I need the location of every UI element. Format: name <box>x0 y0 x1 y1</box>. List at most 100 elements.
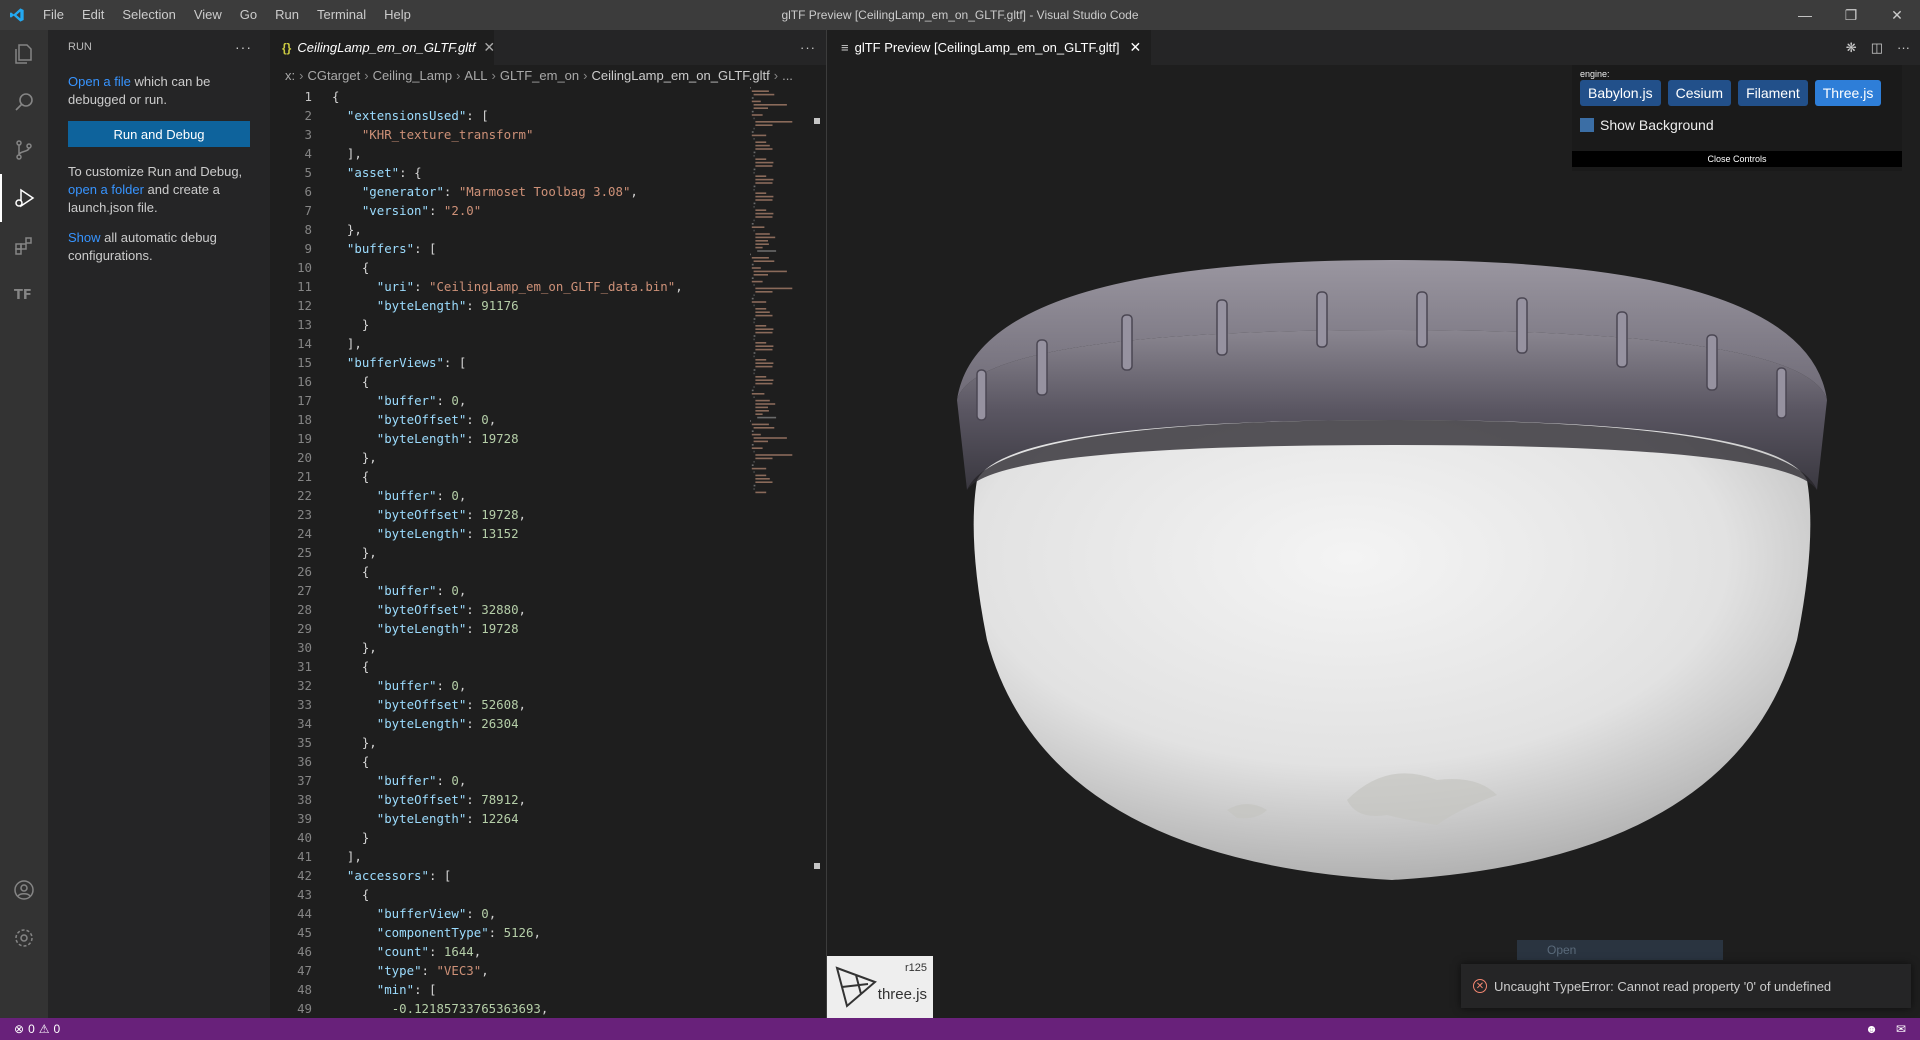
error-notification[interactable]: ✕ Uncaught TypeError: Cannot read proper… <box>1461 964 1911 1008</box>
code-line[interactable]: 48 "min": [ <box>270 980 826 999</box>
run-and-debug-button[interactable]: Run and Debug <box>68 121 250 147</box>
notifications-bell-icon[interactable]: ✉ <box>1896 1018 1906 1040</box>
breadcrumb-item[interactable]: Ceiling_Lamp <box>373 68 453 83</box>
open-file-link[interactable]: Open a file <box>68 74 131 89</box>
minimap[interactable] <box>750 87 806 507</box>
code-line[interactable]: 46 "count": 1644, <box>270 942 826 961</box>
problems-indicator[interactable]: ⊗ 0 ⚠ 0 <box>14 1018 60 1040</box>
code-line[interactable]: 5 "asset": { <box>270 163 826 182</box>
inspector-icon[interactable]: ❋ <box>1846 40 1857 56</box>
code-line[interactable]: 39 "byteLength": 12264 <box>270 809 826 828</box>
code-line[interactable]: 13 } <box>270 315 826 334</box>
code-line[interactable]: 3 "KHR_texture_transform" <box>270 125 826 144</box>
close-controls-button[interactable]: Close Controls <box>1572 151 1902 167</box>
extensions-icon[interactable] <box>0 222 48 270</box>
code-line[interactable]: 9 "buffers": [ <box>270 239 826 258</box>
terraform-icon[interactable]: TF <box>0 270 48 318</box>
code-line[interactable]: 27 "buffer": 0, <box>270 581 826 600</box>
code-line[interactable]: 23 "byteOffset": 19728, <box>270 505 826 524</box>
code-line[interactable]: 33 "byteOffset": 52608, <box>270 695 826 714</box>
menu-terminal[interactable]: Terminal <box>308 0 375 30</box>
code-line[interactable]: 42 "accessors": [ <box>270 866 826 885</box>
code-line[interactable]: 28 "byteOffset": 32880, <box>270 600 826 619</box>
code-line[interactable]: 30 }, <box>270 638 826 657</box>
restore-icon[interactable]: ❐ <box>1828 0 1874 30</box>
breadcrumb-item[interactable]: x: <box>285 68 295 83</box>
code-line[interactable]: 29 "byteLength": 19728 <box>270 619 826 638</box>
code-line[interactable]: 41 ], <box>270 847 826 866</box>
code-line[interactable]: 15 "bufferViews": [ <box>270 353 826 372</box>
breadcrumb-item[interactable]: CGtarget <box>307 68 360 83</box>
show-background-toggle[interactable]: Show Background <box>1580 117 1714 133</box>
source-control-icon[interactable] <box>0 126 48 174</box>
code-line[interactable]: 34 "byteLength": 26304 <box>270 714 826 733</box>
ceiling-lamp-3d-model[interactable] <box>917 220 1867 910</box>
code-area[interactable]: 1{2 "extensionsUsed": [3 "KHR_texture_tr… <box>270 87 826 1018</box>
menu-edit[interactable]: Edit <box>73 0 113 30</box>
code-line[interactable]: 12 "byteLength": 91176 <box>270 296 826 315</box>
open-folder-link[interactable]: open a folder <box>68 182 144 197</box>
engine-button-threejs[interactable]: Three.js <box>1814 80 1882 106</box>
code-line[interactable]: 7 "version": "2.0" <box>270 201 826 220</box>
explorer-icon[interactable] <box>0 30 48 78</box>
code-line[interactable]: 16 { <box>270 372 826 391</box>
breadcrumb-item[interactable]: GLTF_em_on <box>500 68 579 83</box>
code-line[interactable]: 43 { <box>270 885 826 904</box>
code-line[interactable]: 25 }, <box>270 543 826 562</box>
code-line[interactable]: 17 "buffer": 0, <box>270 391 826 410</box>
preview-more-actions-icon[interactable]: ··· <box>1897 40 1910 55</box>
code-line[interactable]: 18 "byteOffset": 0, <box>270 410 826 429</box>
minimize-icon[interactable]: — <box>1782 0 1828 30</box>
code-line[interactable]: 47 "type": "VEC3", <box>270 961 826 980</box>
breadcrumb-item[interactable]: ... <box>782 68 793 83</box>
code-line[interactable]: 49 -0.12185733765363693, <box>270 999 826 1018</box>
menu-help[interactable]: Help <box>375 0 420 30</box>
editor-more-actions-icon[interactable]: ··· <box>800 30 816 65</box>
code-line[interactable]: 10 { <box>270 258 826 277</box>
code-line[interactable]: 36 { <box>270 752 826 771</box>
code-line[interactable]: 14 ], <box>270 334 826 353</box>
feedback-icon[interactable]: ☻ <box>1865 1018 1878 1040</box>
more-actions-icon[interactable]: ··· <box>235 30 252 65</box>
code-line[interactable]: 11 "uri": "CeilingLamp_em_on_GLTF_data.b… <box>270 277 826 296</box>
menu-view[interactable]: View <box>185 0 231 30</box>
run-debug-icon[interactable] <box>0 174 48 222</box>
code-line[interactable]: 22 "buffer": 0, <box>270 486 826 505</box>
engine-button-cesium[interactable]: Cesium <box>1667 80 1732 106</box>
code-line[interactable]: 6 "generator": "Marmoset Toolbag 3.08", <box>270 182 826 201</box>
code-line[interactable]: 37 "buffer": 0, <box>270 771 826 790</box>
breadcrumb-item[interactable]: CeilingLamp_em_on_GLTF.gltf <box>591 68 769 83</box>
show-background-checkbox[interactable] <box>1580 118 1594 132</box>
split-editor-icon[interactable]: ◫ <box>1871 40 1883 56</box>
menu-selection[interactable]: Selection <box>113 0 184 30</box>
code-line[interactable]: 19 "byteLength": 19728 <box>270 429 826 448</box>
code-line[interactable]: 31 { <box>270 657 826 676</box>
code-line[interactable]: 20 }, <box>270 448 826 467</box>
menu-go[interactable]: Go <box>231 0 266 30</box>
menu-run[interactable]: Run <box>266 0 308 30</box>
code-line[interactable]: 38 "byteOffset": 78912, <box>270 790 826 809</box>
code-line[interactable]: 2 "extensionsUsed": [ <box>270 106 826 125</box>
code-line[interactable]: 44 "bufferView": 0, <box>270 904 826 923</box>
code-line[interactable]: 4 ], <box>270 144 826 163</box>
settings-gear-icon[interactable] <box>0 914 48 962</box>
code-line[interactable]: 45 "componentType": 5126, <box>270 923 826 942</box>
code-line[interactable]: 35 }, <box>270 733 826 752</box>
code-line[interactable]: 24 "byteLength": 13152 <box>270 524 826 543</box>
close-icon[interactable]: ✕ <box>1874 0 1920 30</box>
code-line[interactable]: 8 }, <box>270 220 826 239</box>
code-line[interactable]: 21 { <box>270 467 826 486</box>
tab-gltf-preview[interactable]: ≡ glTF Preview [CeilingLamp_em_on_GLTF.g… <box>827 30 1152 65</box>
account-icon[interactable] <box>0 866 48 914</box>
breadcrumb-item[interactable]: ALL <box>464 68 487 83</box>
tab-close-icon[interactable]: ✕ <box>483 39 495 56</box>
show-link[interactable]: Show <box>68 230 101 245</box>
engine-button-filament[interactable]: Filament <box>1738 80 1808 106</box>
menu-file[interactable]: File <box>34 0 73 30</box>
preview-tab-close-icon[interactable]: ✕ <box>1130 39 1142 56</box>
search-icon[interactable] <box>0 78 48 126</box>
code-line[interactable]: 32 "buffer": 0, <box>270 676 826 695</box>
tab-gltf-file[interactable]: {} CeilingLamp_em_on_GLTF.gltf ✕ <box>270 30 495 65</box>
threejs-badge[interactable]: r125 three.js <box>827 956 933 1018</box>
code-line[interactable]: 40 } <box>270 828 826 847</box>
